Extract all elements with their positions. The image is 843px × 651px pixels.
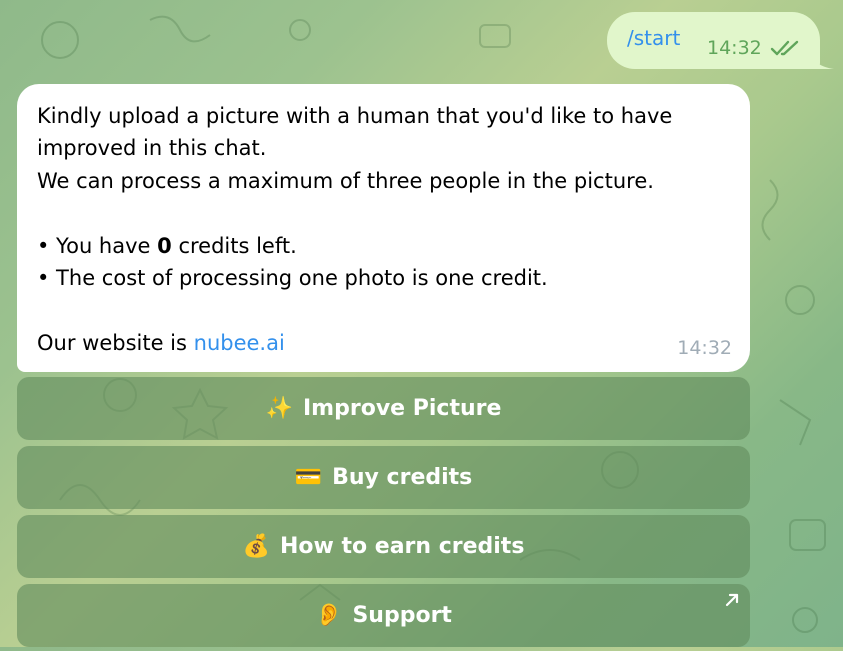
support-button[interactable]: 👂 Support — [17, 584, 750, 647]
button-label: Improve Picture — [303, 396, 502, 421]
outgoing-bubble-tail — [810, 52, 834, 69]
message-line: Kindly upload a picture with a human tha… — [37, 104, 673, 128]
message-line: improved in this chat. — [37, 136, 267, 161]
credits-line: • You have 0 credits left. — [37, 230, 730, 262]
button-label: How to earn credits — [279, 534, 525, 559]
credits-count: 0 — [157, 233, 172, 258]
buy-credits-button[interactable]: 💳 Buy credits — [17, 446, 750, 509]
credits-prefix: • You have — [37, 233, 158, 258]
sparkles-icon: ✨ — [265, 395, 293, 421]
button-label: Buy credits — [332, 465, 473, 490]
improve-picture-button[interactable]: ✨ Improve Picture — [17, 377, 750, 440]
external-arrow-icon — [725, 593, 739, 607]
outgoing-command-text[interactable]: /start — [627, 26, 680, 50]
credits-suffix: credits left. — [171, 233, 297, 258]
website-prefix: Our website is — [37, 330, 194, 355]
line-spacer — [37, 197, 730, 229]
how-to-earn-credits-button[interactable]: 💰 How to earn credits — [17, 515, 750, 578]
website-line: Our website is nubee.ai — [37, 327, 730, 359]
outgoing-message-meta: 14:32 — [707, 37, 802, 59]
credit-card-icon: 💳 — [294, 464, 323, 490]
outgoing-message-bubble[interactable]: /start 14:32 — [607, 12, 820, 69]
outgoing-message-time: 14:32 — [707, 37, 762, 59]
button-label: Support — [352, 603, 452, 628]
incoming-message-bubble: Kindly upload a picture with a human tha… — [17, 84, 750, 372]
ear-icon: 👂 — [315, 602, 343, 628]
incoming-message-time: 14:32 — [677, 336, 732, 359]
message-line: We can process a maximum of three people… — [37, 168, 654, 193]
website-link[interactable]: nubee.ai — [194, 331, 285, 355]
double-check-icon — [770, 39, 802, 57]
cost-line: • The cost of processing one photo is on… — [37, 266, 548, 291]
money-bag-icon: 💰 — [242, 533, 270, 559]
line-spacer — [37, 294, 730, 326]
